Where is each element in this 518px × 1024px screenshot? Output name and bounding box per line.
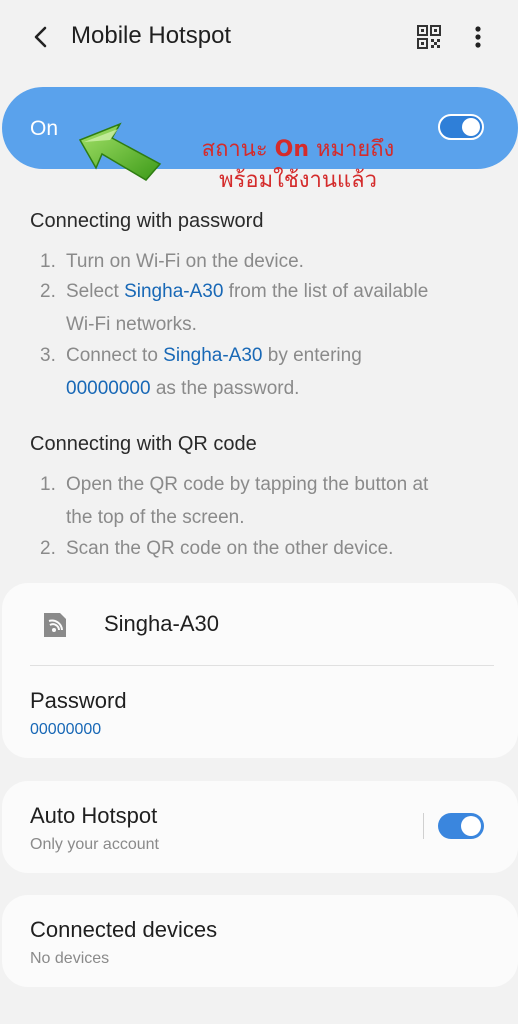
ssid-link: Singha-A30 [163,345,263,366]
annotation-arrow-icon [78,122,162,181]
page-title: Mobile Hotspot [71,22,232,49]
annotation-line2: พร้อมใช้งานแล้ว [219,168,377,193]
step-text-part: by entering [262,345,362,366]
qr-code-icon [417,25,441,49]
step-number: 2. [40,538,56,559]
network-name[interactable]: Singha-A30 [104,611,219,637]
step-number: 2. [40,281,56,302]
qr-code-button[interactable] [414,22,444,52]
password-row-title[interactable]: Password [30,688,127,714]
step-text-part: Wi-Fi networks. [66,314,197,335]
step-text-part: from the list of available [223,281,429,302]
step-text-part: as the password. [150,378,300,399]
password-link: 00000000 [66,378,151,399]
back-button[interactable] [24,20,58,54]
ssid-link: Singha-A30 [124,281,224,302]
more-options-button[interactable] [466,22,490,52]
hotspot-toggle[interactable] [438,114,484,140]
password-value[interactable]: 00000000 [30,721,101,739]
app-header: Mobile Hotspot [0,0,518,76]
qr-section-title: Connecting with QR code [30,433,257,455]
toggle-knob [461,816,481,836]
step-number: 1. [40,251,56,272]
back-arrow-icon [34,26,47,48]
divider [30,665,494,666]
annotation-prefix: สถานะ [201,137,275,162]
vertical-divider [423,813,424,839]
step-text-part: the top of the screen. [66,507,245,528]
annotation-keyword: On [274,137,309,162]
password-section-title: Connecting with password [30,210,264,232]
status-label: On [30,117,59,140]
auto-hotspot-subtitle: Only your account [30,836,159,853]
connected-devices-title: Connected devices [30,917,218,942]
step-text-part: Select [66,281,125,302]
step-text: Turn on Wi-Fi on the device. [66,251,304,272]
step-text: Select Singha-A30 from the list of avail… [66,275,486,341]
auto-hotspot-title: Auto Hotspot [30,803,158,828]
step-text: Connect to Singha-A30 by entering 0000000… [66,339,486,405]
step-text: Open the QR code by tapping the button a… [66,468,486,534]
toggle-knob [462,118,480,136]
step-text-part: Connect to [66,345,164,366]
auto-hotspot-toggle[interactable] [438,813,484,839]
step-number: 1. [40,474,56,495]
more-vertical-icon [475,26,481,48]
hotspot-network-icon [42,611,68,639]
step-number: 3. [40,345,56,366]
step-text: Scan the QR code on the other device. [66,538,394,559]
connected-devices-subtitle: No devices [30,950,110,967]
step-text-part: Open the QR code by tapping the button a… [66,474,429,495]
annotation-suffix: หมายถึง [309,137,395,162]
annotation-text: สถานะ On หมายถึง พร้อมใช้งานแล้ว [180,134,416,196]
